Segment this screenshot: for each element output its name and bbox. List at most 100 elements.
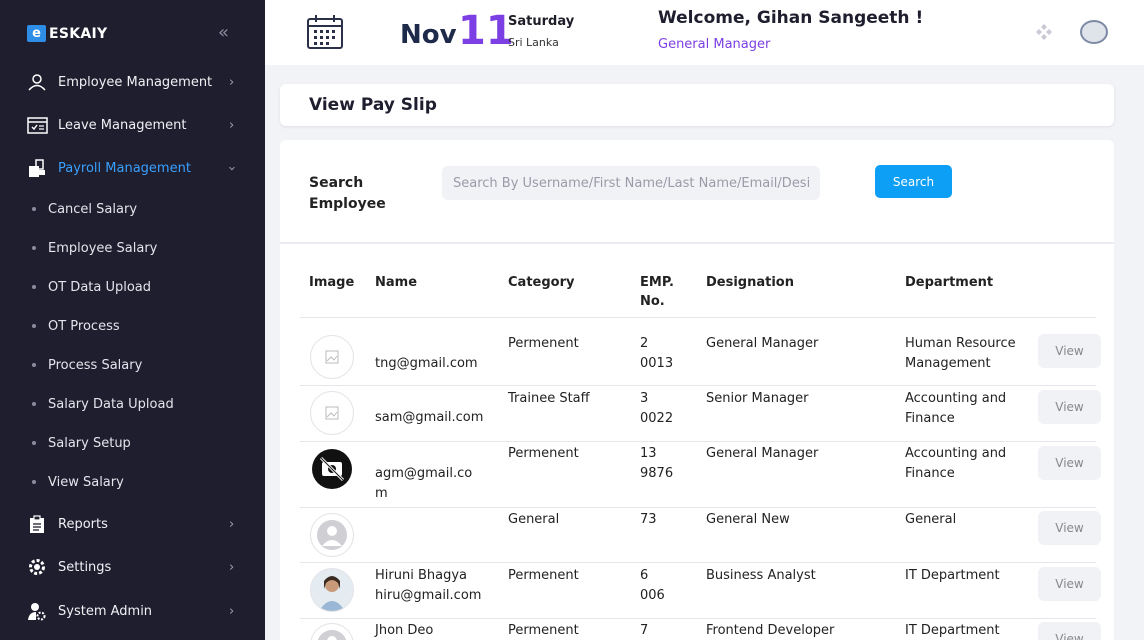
subitem-label: Employee Salary	[48, 240, 158, 256]
table-row: Hiruni Bhagya hiru@gmail.com Permenent 6…	[300, 563, 1101, 619]
calendar-icon	[306, 14, 344, 54]
cell-designation: General Manager	[706, 446, 819, 461]
page-title: View Pay Slip	[309, 95, 437, 115]
cell-category: Permenent	[508, 568, 579, 583]
cell-designation: General New	[706, 512, 790, 527]
sidebar-item-label: System Admin	[58, 603, 153, 619]
sidebar-subitem-salary-data-upload[interactable]: Salary Data Upload	[0, 389, 265, 419]
sidebar-subitem-employee-salary[interactable]: Employee Salary	[0, 233, 265, 263]
cell-name: sam@gmail.com	[375, 410, 484, 425]
bullet-dot	[32, 363, 36, 367]
cell-category: Permenent	[508, 623, 579, 638]
view-button[interactable]: View	[1038, 390, 1101, 424]
chevron-right-icon: ›	[229, 117, 235, 133]
user-role: General Manager	[658, 37, 771, 52]
date-weekday: Saturday	[508, 14, 575, 29]
cell-department: Accounting and Finance	[905, 446, 1007, 481]
broken-image-icon	[310, 391, 354, 435]
logo-text: ESKAIY	[49, 25, 108, 42]
sidebar-subitem-salary-setup[interactable]: Salary Setup	[0, 428, 265, 458]
view-button[interactable]: View	[1038, 446, 1101, 480]
subitem-label: OT Process	[48, 318, 120, 334]
column-header-emp-no: EMP. No.	[640, 275, 674, 309]
sidebar-item-employee-management[interactable]: Employee Management ›	[0, 62, 265, 102]
cell-emp-no: 73	[640, 512, 657, 527]
cell-department: IT Department	[905, 623, 1000, 638]
sidebar-item-system-admin[interactable]: System Admin ›	[0, 591, 265, 631]
sidebar-subitem-process-salary[interactable]: Process Salary	[0, 350, 265, 380]
collapse-sidebar-icon[interactable]: «	[218, 22, 229, 43]
subitem-label: Process Salary	[48, 357, 143, 373]
cell-name: tng@gmail.com	[375, 356, 478, 371]
table-row: sam@gmail.com Trainee Staff 3 0022 Senio…	[300, 386, 1101, 442]
sidebar-item-leave-management[interactable]: Leave Management ›	[0, 105, 265, 145]
chevron-right-icon: ›	[229, 74, 235, 90]
sidebar-subitem-view-salary[interactable]: View Salary	[0, 467, 265, 497]
cell-name: Hiruni Bhagya hiru@gmail.com	[375, 568, 482, 603]
sidebar-item-reports[interactable]: Reports ›	[0, 504, 265, 544]
subitem-label: Salary Data Upload	[48, 396, 174, 412]
sidebar-item-label: Leave Management	[58, 117, 187, 133]
payslip-card: Search Employee Search Image Name Catego…	[280, 140, 1114, 640]
sidebar-subitem-ot-process[interactable]: OT Process	[0, 311, 265, 341]
bullet-dot	[32, 246, 36, 250]
sidebar-item-label: Employee Management	[58, 74, 213, 90]
default-avatar-icon	[310, 623, 354, 640]
search-button[interactable]: Search	[875, 165, 952, 198]
chevron-down-icon: ›	[224, 165, 240, 171]
cell-category: General	[508, 512, 560, 527]
apps-icon[interactable]	[1035, 23, 1053, 45]
cell-name: agm@gmail.co m	[375, 466, 473, 501]
cell-emp-no: 2 0013	[640, 336, 674, 371]
view-button[interactable]: View	[1038, 622, 1101, 640]
cell-department: General	[905, 512, 957, 527]
location-country: Sri Lanka	[508, 36, 559, 49]
view-button[interactable]: View	[1038, 334, 1101, 368]
table-row: agm@gmail.co m Permenent 13 9876 General…	[300, 442, 1101, 508]
logo-mark: e	[27, 25, 46, 42]
top-header: Nov 11 Saturday Sri Lanka Welcome, Gihan…	[265, 0, 1144, 65]
sidebar-subitem-cancel-salary[interactable]: Cancel Salary	[0, 194, 265, 224]
user-avatar[interactable]	[1080, 20, 1108, 44]
cell-emp-no: 7	[640, 623, 649, 638]
no-camera-icon	[310, 447, 354, 491]
profile-photo	[310, 568, 354, 612]
sidebar-item-settings[interactable]: Settings ›	[0, 547, 265, 587]
cell-category: Trainee Staff	[508, 391, 590, 406]
column-header-designation: Designation	[706, 275, 794, 290]
sidebar-subitem-ot-data-upload[interactable]: OT Data Upload	[0, 272, 265, 302]
table-row: Jhon Deo Permenent 7 Frontend Developer …	[300, 619, 1101, 640]
payroll-icon	[26, 158, 48, 178]
sidebar-item-label: Reports	[58, 516, 108, 532]
cell-designation: Senior Manager	[706, 391, 809, 406]
subitem-label: View Salary	[48, 474, 124, 490]
cell-designation: Frontend Developer	[706, 623, 835, 638]
cell-emp-no: 6 006	[640, 568, 665, 603]
sidebar-item-payroll-management[interactable]: Payroll Management ›	[0, 148, 265, 188]
subitem-label: Cancel Salary	[48, 201, 138, 217]
bullet-dot	[32, 441, 36, 445]
table-row: tng@gmail.com Permenent 2 0013 General M…	[300, 318, 1101, 386]
cell-emp-no: 13 9876	[640, 446, 674, 481]
brand-logo[interactable]: e ESKAIY	[27, 25, 107, 42]
chevron-right-icon: ›	[229, 516, 235, 532]
page-title-card: View Pay Slip	[280, 84, 1114, 126]
subitem-label: Salary Setup	[48, 435, 131, 451]
cell-department: Human Resource Management	[905, 336, 1016, 371]
search-input[interactable]	[442, 166, 820, 200]
column-header-name: Name	[375, 275, 418, 290]
clipboard-icon	[26, 514, 48, 534]
cell-department: IT Department	[905, 568, 1000, 583]
view-button[interactable]: View	[1038, 567, 1101, 601]
date-month: Nov	[400, 20, 457, 50]
view-button[interactable]: View	[1038, 511, 1101, 545]
subitem-label: OT Data Upload	[48, 279, 152, 295]
sidebar: e ESKAIY « Employee Management › Leave M…	[0, 0, 265, 640]
column-header-department: Department	[905, 275, 994, 290]
user-gear-icon	[26, 601, 48, 621]
calendar-check-icon	[26, 115, 48, 135]
bullet-dot	[32, 480, 36, 484]
bullet-dot	[32, 402, 36, 406]
cell-department: Accounting and Finance	[905, 391, 1007, 426]
bullet-dot	[32, 207, 36, 211]
